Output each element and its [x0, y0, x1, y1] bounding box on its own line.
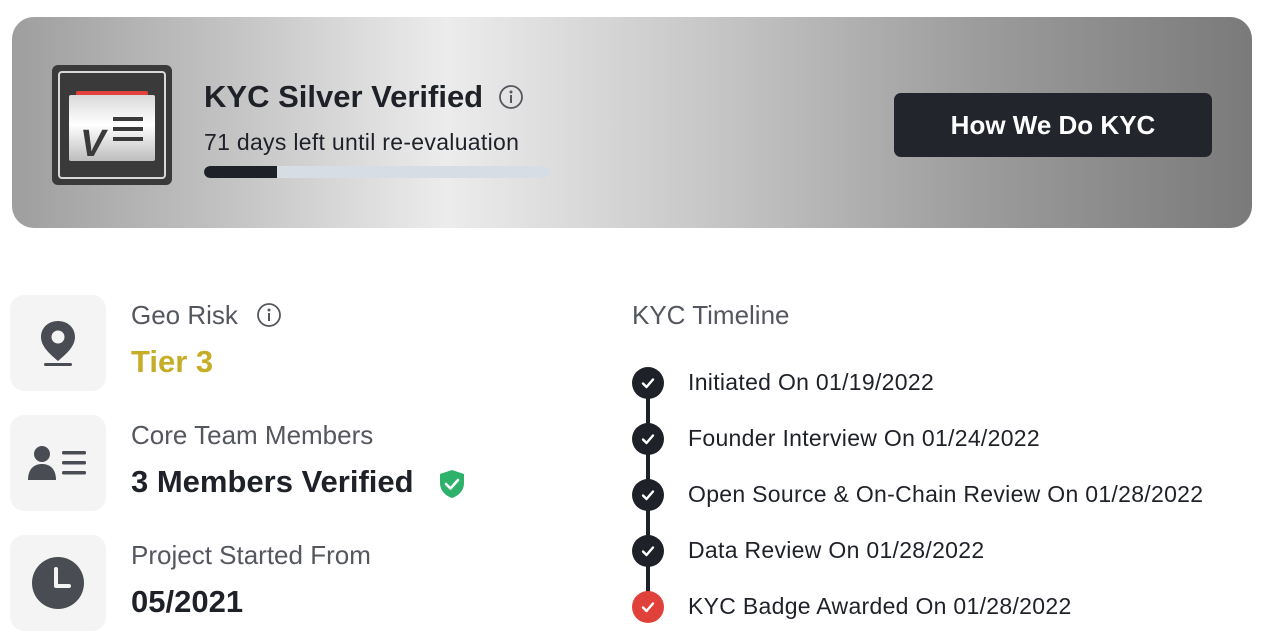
timeline-check-icon [632, 367, 664, 399]
geo-risk-label: Geo Risk [131, 300, 238, 330]
kyc-timeline-title: KYC Timeline [632, 300, 790, 330]
id-card-icon [28, 446, 86, 480]
reevaluation-countdown: 71 days left until re-evaluation [204, 129, 520, 155]
timeline-final-check-icon [632, 591, 664, 623]
project-start-label: Project Started From [131, 540, 371, 570]
timeline-item: KYC Badge Awarded On 01/28/2022 [688, 593, 1072, 619]
timeline-check-icon [632, 479, 664, 511]
project-start-tile [10, 535, 106, 631]
timeline-item: Initiated On 01/19/2022 [688, 369, 935, 395]
badge-letter: V [80, 123, 105, 165]
kyc-status-title: KYC Silver Verified [204, 79, 484, 114]
reevaluation-progress-bar [204, 166, 550, 178]
timeline-item: Founder Interview On 01/24/2022 [688, 425, 1040, 451]
kyc-banner: V KYC Silver Verified 71 days left until… [12, 17, 1252, 228]
timeline-check-icon [632, 535, 664, 567]
timeline-item: Data Review On 01/28/2022 [688, 537, 985, 563]
project-start-value: 05/2021 [131, 584, 244, 619]
progress-fill [204, 166, 277, 178]
geo-risk-value: Tier 3 [131, 344, 214, 379]
core-team-label: Core Team Members [131, 420, 374, 450]
geo-risk-info-icon[interactable] [256, 302, 282, 328]
timeline-item: Open Source & On-Chain Review On 01/28/2… [688, 481, 1204, 507]
kyc-badge-icon: V [52, 65, 172, 185]
timeline-check-icon [632, 423, 664, 455]
geo-risk-tile [10, 295, 106, 391]
clock-icon [32, 557, 84, 609]
verified-shield-icon [440, 470, 464, 498]
core-team-value: 3 Members Verified [131, 464, 414, 499]
info-icon[interactable] [498, 84, 524, 110]
location-pin-icon [41, 321, 75, 366]
how-we-do-kyc-button[interactable]: How We Do KYC [894, 93, 1212, 157]
core-team-tile [10, 415, 106, 511]
